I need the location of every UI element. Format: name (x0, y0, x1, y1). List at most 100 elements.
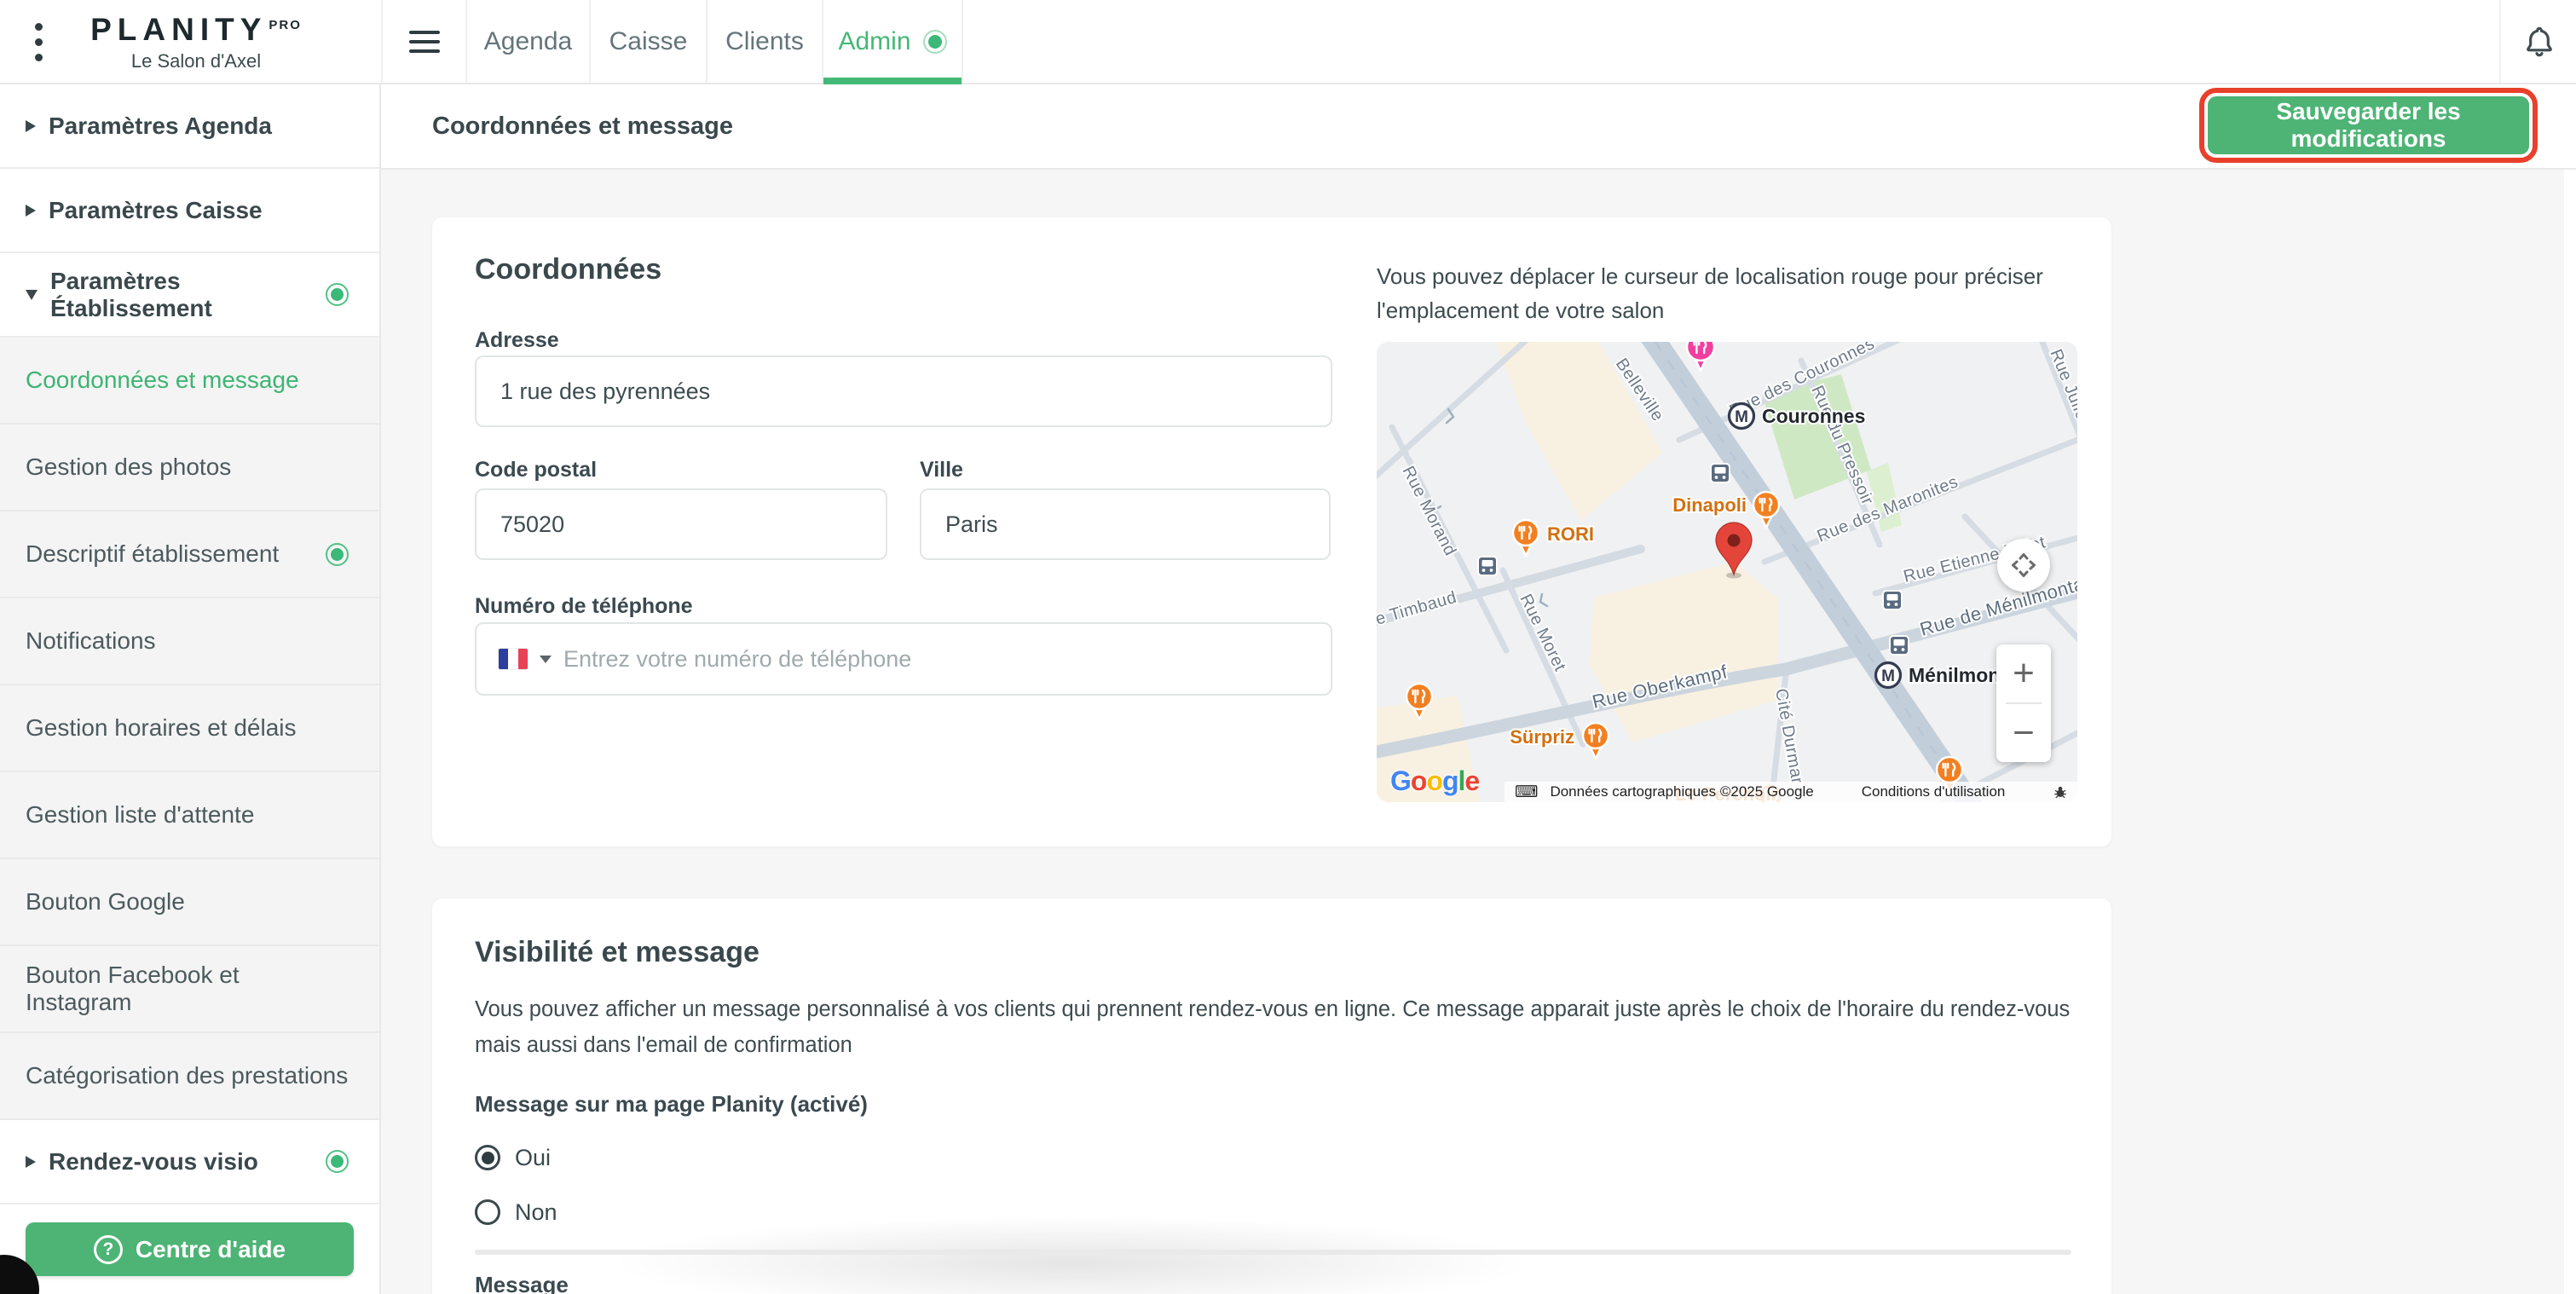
question-mark-icon: ? (94, 1235, 123, 1264)
kebab-menu-icon[interactable] (26, 15, 51, 68)
hamburger-menu-button[interactable] (381, 0, 465, 83)
tab-clients-label: Clients (725, 27, 804, 56)
sidebar-item-label: Paramètres Établissement (50, 268, 300, 322)
adresse-input[interactable] (475, 355, 1332, 427)
adresse-label: Adresse (475, 328, 559, 353)
sidebar-subitem-label: Notifications (26, 627, 156, 655)
tab-admin-label: Admin (838, 27, 910, 56)
caret-right-icon (26, 205, 36, 217)
tab-admin-underline (823, 78, 962, 84)
country-dropdown-caret-icon[interactable] (540, 656, 552, 663)
sidebar-subitem-label: Gestion des photos (26, 453, 231, 481)
metro-label-couronnes: Couronnes (1762, 405, 1865, 427)
map-pan-control[interactable] (1997, 539, 2050, 592)
main-content: Coordonnées Adresse Code postal Ville Nu… (381, 170, 2576, 1294)
sidebar-item-parametres-agenda[interactable]: Paramètres Agenda (0, 84, 379, 169)
ville-input[interactable] (920, 488, 1331, 560)
sidebar-item-notifications[interactable]: Notifications (0, 598, 379, 685)
poi-label-surpriz: Sürpriz (1510, 726, 1574, 748)
sidebar-item-parametres-etablissement[interactable]: Paramètres Établissement (0, 253, 379, 338)
top-bar: PLANITYPRO Le Salon d'Axel Agenda Caisse… (0, 0, 2576, 84)
visibilite-title: Visibilité et message (475, 936, 760, 969)
sidebar-item-bouton-google[interactable]: Bouton Google (0, 859, 379, 946)
tab-caisse[interactable]: Caisse (589, 0, 706, 83)
google-map[interactable]: Belleville Rue des Couronnes Rue du Pres… (1377, 342, 2077, 802)
hamburger-icon (409, 31, 440, 53)
telephone-input[interactable] (563, 646, 1312, 673)
sidebar-item-bouton-facebook-instagram[interactable]: Bouton Facebook et Instagram (0, 946, 379, 1033)
visibilite-description: Vous pouvez afficher un message personna… (475, 992, 2082, 1064)
radio-button-non[interactable] (475, 1199, 500, 1225)
sidebar-item-gestion-horaires[interactable]: Gestion horaires et délais (0, 685, 379, 772)
ville-label: Ville (920, 458, 963, 482)
tab-caisse-label: Caisse (609, 27, 688, 56)
telephone-input-group (475, 622, 1332, 696)
google-letter: g (1442, 765, 1458, 796)
sidebar-subitem-label: Catégorisation des prestations (26, 1062, 348, 1089)
tab-agenda[interactable]: Agenda (465, 0, 589, 83)
help-center-button[interactable]: ? Centre d'aide (26, 1222, 354, 1276)
section-divider (475, 1250, 2071, 1255)
tab-admin[interactable]: Admin (822, 0, 963, 83)
caret-down-icon (26, 290, 38, 300)
google-letter: e (1464, 765, 1479, 796)
scrollbar-track[interactable] (2564, 170, 2576, 1294)
tab-clients[interactable]: Clients (706, 0, 822, 83)
map-zoom-control: + − (1996, 644, 2051, 762)
active-status-dot (326, 1150, 349, 1173)
message-toggle-label: Message sur ma page Planity (activé) (475, 1091, 868, 1118)
active-status-dot (326, 283, 349, 306)
main-nav: Agenda Caisse Clients Admin (381, 0, 963, 83)
visibilite-card: Visibilité et message Vous pouvez affich… (432, 898, 2111, 1294)
settings-sidebar: Paramètres Agenda Paramètres Caisse Para… (0, 84, 381, 1294)
terms-of-use-link[interactable]: Conditions d'utilisation (1862, 783, 2006, 800)
keyboard-shortcuts-icon[interactable]: ⌨ (1515, 783, 1538, 801)
save-button[interactable]: Sauvegarder les modifications (2208, 96, 2529, 154)
message-field-label: Message (475, 1272, 569, 1294)
caret-right-icon (26, 120, 36, 132)
sidebar-subitem-label: Bouton Facebook et Instagram (26, 962, 349, 1016)
brand-name: PLANITYPRO (68, 12, 324, 48)
google-letter: o (1411, 765, 1427, 796)
sidebar-item-liste-attente[interactable]: Gestion liste d'attente (0, 772, 379, 859)
metro-m-icon: M (1735, 408, 1748, 426)
radio-option-oui[interactable]: Oui (475, 1141, 551, 1175)
pan-arrows-icon (2009, 551, 2038, 580)
sidebar-subitem-label: Gestion horaires et délais (26, 714, 297, 742)
metro-station-couronnes: M Couronnes (1730, 404, 1866, 429)
coordonnees-title: Coordonnées (475, 253, 661, 286)
radio-option-non[interactable]: Non (475, 1195, 557, 1229)
map-hint-text: Vous pouvez déplacer le curseur de local… (1377, 260, 2108, 327)
help-center-label: Centre d'aide (136, 1236, 286, 1263)
sticky-bar-shadow (534, 1180, 1813, 1294)
zoom-out-button[interactable]: − (1996, 704, 2051, 762)
sidebar-item-label: Paramètres Caisse (49, 197, 263, 224)
google-letter: G (1390, 765, 1411, 796)
report-error-icon[interactable] (2053, 785, 2067, 799)
sidebar-item-descriptif-etablissement[interactable]: Descriptif établissement (0, 511, 379, 598)
poi-label-dinapoli: Dinapoli (1672, 494, 1747, 516)
google-letter: o (1426, 765, 1442, 796)
sidebar-subitem-label: Gestion liste d'attente (26, 801, 254, 829)
brand-logo: PLANITYPRO Le Salon d'Axel (68, 12, 324, 72)
sidebar-item-label: Paramètres Agenda (49, 113, 272, 140)
france-flag-icon[interactable] (499, 649, 528, 669)
sidebar-item-parametres-caisse[interactable]: Paramètres Caisse (0, 169, 379, 253)
notifications-bell-button[interactable] (2513, 15, 2566, 68)
sidebar-item-categorisation-prestations[interactable]: Catégorisation des prestations (0, 1033, 379, 1120)
radio-button-oui[interactable] (475, 1145, 500, 1170)
zoom-in-button[interactable]: + (1996, 644, 2051, 702)
map-data-attribution: Données cartographiques ©2025 Google (1550, 783, 1813, 800)
sidebar-item-coordonnees-et-message[interactable]: Coordonnées et message (0, 338, 379, 425)
google-logo[interactable]: Google (1390, 765, 1479, 797)
radio-label-non: Non (515, 1199, 557, 1226)
coordonnees-card: Coordonnées Adresse Code postal Ville Nu… (432, 217, 2111, 846)
brand-pro-badge: PRO (269, 18, 302, 32)
sidebar-item-gestion-des-photos[interactable]: Gestion des photos (0, 425, 379, 511)
salon-name: Le Salon d'Axel (68, 50, 324, 72)
radio-label-oui: Oui (515, 1145, 551, 1171)
code-postal-input[interactable] (475, 488, 887, 560)
active-status-dot (326, 543, 349, 566)
sidebar-item-rendez-vous-visio[interactable]: Rendez-vous visio (0, 1120, 379, 1204)
sidebar-item-label: Rendez-vous visio (49, 1148, 258, 1176)
